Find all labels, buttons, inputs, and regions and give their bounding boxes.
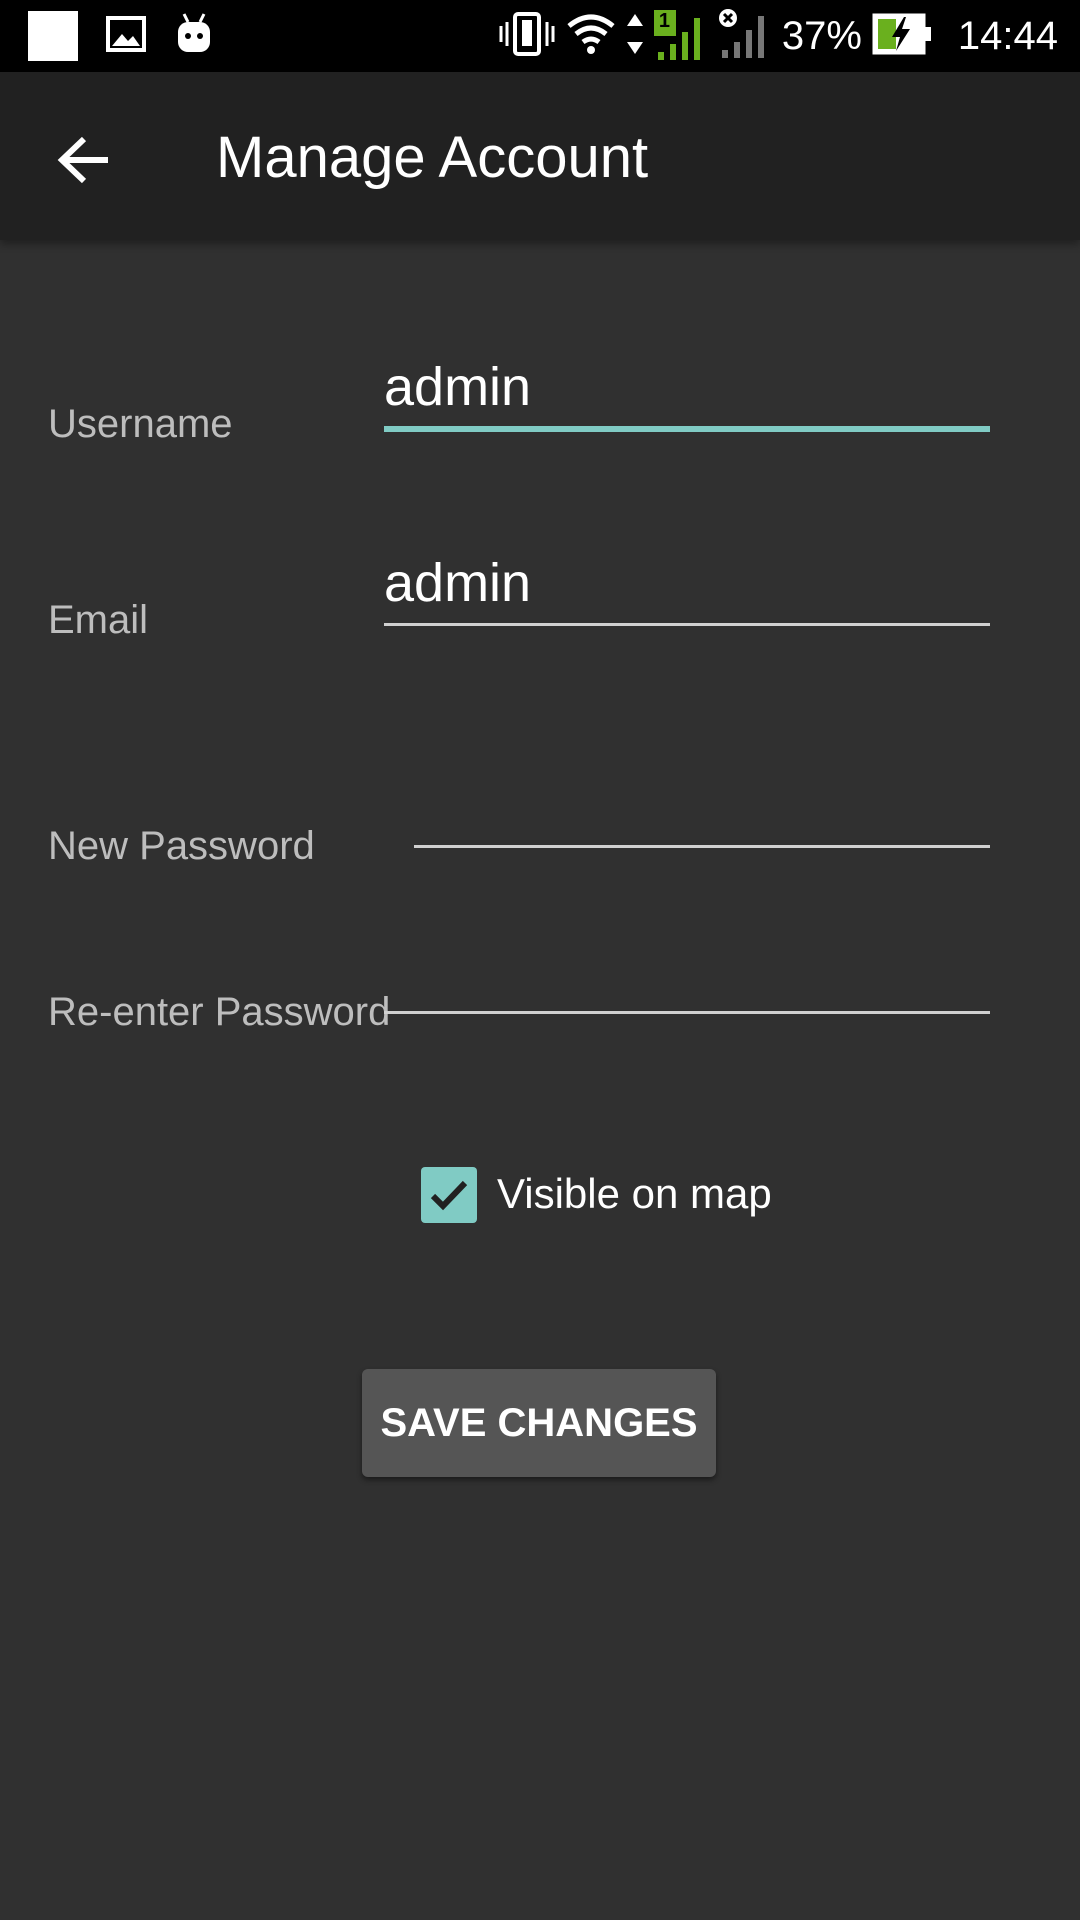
username-field[interactable]: admin	[384, 356, 531, 418]
username-underline	[384, 426, 990, 432]
system-icons: 1 37% 14:44	[498, 0, 1058, 72]
email-label: Email	[48, 598, 149, 642]
data-arrows-icon	[626, 12, 644, 61]
android-icon	[174, 12, 214, 61]
visible-on-map-label[interactable]: Visible on map	[497, 1170, 772, 1218]
new-password-field[interactable]	[414, 800, 990, 860]
sim-number-label: 1	[658, 10, 670, 32]
new-password-underline	[414, 845, 990, 848]
back-button[interactable]	[40, 116, 128, 204]
reenter-password-field[interactable]	[384, 966, 990, 1026]
email-field[interactable]: admin	[384, 552, 531, 614]
reenter-password-underline	[384, 1011, 990, 1014]
signal-sim1-icon: 1	[653, 10, 708, 62]
arrow-back-icon	[57, 136, 108, 184]
vibrate-icon	[498, 10, 556, 63]
new-password-label: New Password	[48, 824, 315, 868]
save-changes-button[interactable]: SAVE CHANGES	[362, 1369, 716, 1477]
battery-charging-icon	[872, 13, 932, 60]
battery-percent: 37%	[781, 13, 862, 58]
wifi-icon	[566, 12, 616, 61]
notification-square-icon	[28, 11, 78, 61]
notification-icons	[28, 10, 214, 62]
image-icon	[106, 15, 146, 57]
visible-on-map-checkbox[interactable]	[421, 1167, 477, 1223]
clock: 14:44	[957, 13, 1058, 58]
email-underline	[384, 623, 990, 626]
username-label: Username	[48, 402, 233, 446]
reenter-password-label: Re-enter Password	[48, 990, 391, 1034]
app-bar: Manage Account	[0, 72, 1080, 240]
status-bar: 1 37% 14:44	[0, 0, 1080, 72]
check-icon	[430, 1180, 468, 1211]
page-title: Manage Account	[216, 125, 649, 190]
signal-sim2-icon	[718, 8, 772, 65]
